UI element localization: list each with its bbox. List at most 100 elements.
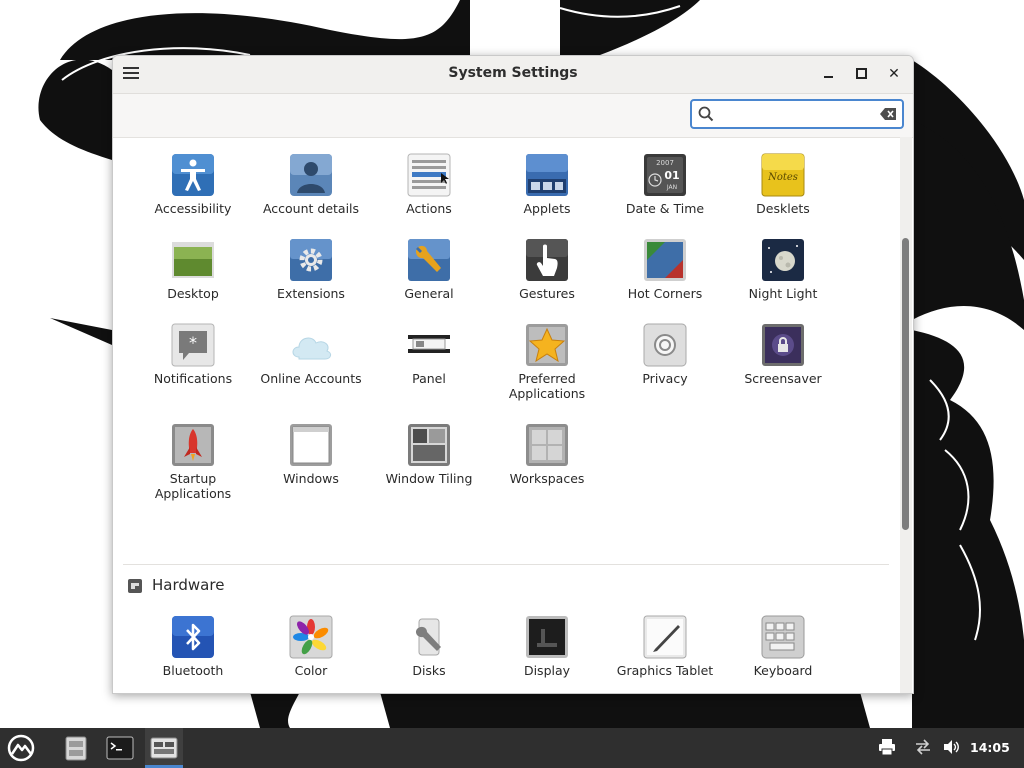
menu-button[interactable] — [2, 728, 40, 768]
section-divider — [123, 564, 889, 565]
item-label: Desklets — [756, 201, 810, 216]
item-online-accounts[interactable]: Online Accounts — [255, 323, 367, 386]
settings-content: Accessibility Account details Actions Ap… — [113, 137, 900, 693]
item-label: Window Tiling — [385, 471, 473, 486]
system-settings-window: System Settings ✕ Accessibility Account … — [112, 55, 914, 694]
vertical-scrollbar[interactable] — [900, 137, 912, 693]
date-time-icon: 2007 01 JAN — [644, 154, 686, 196]
desktop-icon — [172, 242, 214, 278]
item-date-time[interactable]: 2007 01 JAN Date & Time — [609, 153, 721, 216]
disks-icon — [415, 618, 441, 656]
item-label: Hot Corners — [627, 286, 703, 301]
privacy-icon — [643, 323, 687, 367]
search-icon — [698, 106, 714, 122]
scrollbar-thumb[interactable] — [902, 238, 909, 530]
general-icon — [408, 239, 450, 281]
clock[interactable]: 14:05 — [970, 740, 1010, 755]
item-windows[interactable]: Windows — [255, 423, 367, 486]
system-settings-taskbar-button[interactable] — [145, 728, 183, 768]
item-label: Night Light — [748, 286, 818, 301]
svg-text:JAN: JAN — [666, 184, 677, 191]
window-title: System Settings — [448, 65, 578, 81]
file-manager-launcher[interactable] — [57, 728, 95, 768]
item-label: Gestures — [519, 286, 575, 301]
gestures-icon — [526, 239, 568, 281]
item-graphics-tablet[interactable]: Graphics Tablet — [609, 615, 721, 678]
notifications-icon: * — [171, 323, 215, 367]
applets-icon — [526, 154, 568, 196]
item-label: Notifications — [153, 371, 233, 386]
item-preferred-applications[interactable]: Preferred Applications — [491, 323, 603, 401]
item-extensions[interactable]: Extensions — [255, 238, 367, 301]
search-bar — [113, 94, 913, 138]
item-label: Date & Time — [625, 201, 705, 216]
item-label: Applets — [523, 201, 571, 216]
accessibility-icon — [172, 154, 214, 196]
item-display[interactable]: Display — [491, 615, 603, 678]
item-privacy[interactable]: Privacy — [609, 323, 721, 386]
item-desktop[interactable]: Desktop — [137, 238, 249, 301]
svg-text:2007: 2007 — [656, 159, 674, 167]
terminal-launcher[interactable] — [101, 728, 139, 768]
item-keyboard[interactable]: Keyboard — [727, 615, 839, 678]
maximize-button[interactable] — [849, 62, 873, 86]
search-input[interactable] — [720, 104, 874, 126]
item-label: Preferred Applications — [508, 371, 586, 401]
display-icon — [526, 616, 568, 658]
item-panel[interactable]: Panel — [373, 323, 485, 386]
item-label: Accessibility — [154, 201, 232, 216]
item-label: Screensaver — [744, 371, 822, 386]
item-label: General — [404, 286, 454, 301]
extensions-icon — [290, 239, 332, 281]
night-light-icon — [762, 239, 804, 281]
panel-icon — [408, 335, 450, 353]
screensaver-icon — [762, 324, 804, 366]
printer-icon[interactable] — [878, 738, 896, 756]
item-bluetooth[interactable]: Bluetooth — [137, 615, 249, 678]
item-disks[interactable]: Disks — [373, 615, 485, 678]
item-label: Privacy — [642, 371, 688, 386]
item-account-details[interactable]: Account details — [255, 153, 367, 216]
titlebar[interactable]: System Settings ✕ — [113, 56, 913, 94]
item-notifications[interactable]: * Notifications — [137, 323, 249, 386]
item-night-light[interactable]: Night Light — [727, 238, 839, 301]
item-window-tiling[interactable]: Window Tiling — [373, 423, 485, 486]
color-icon — [289, 615, 333, 659]
item-actions[interactable]: Actions — [373, 153, 485, 216]
actions-icon — [407, 153, 451, 197]
item-label: Online Accounts — [260, 371, 362, 386]
item-label: Actions — [406, 201, 452, 216]
startup-applications-icon — [172, 424, 214, 466]
minimize-button[interactable] — [816, 62, 840, 86]
keyboard-icon — [761, 615, 805, 659]
volume-icon[interactable] — [942, 738, 960, 756]
item-gestures[interactable]: Gestures — [491, 238, 603, 301]
svg-text:Notes: Notes — [767, 172, 798, 183]
search-box[interactable] — [690, 99, 904, 129]
bluetooth-icon — [172, 616, 214, 658]
item-applets[interactable]: Applets — [491, 153, 603, 216]
item-accessibility[interactable]: Accessibility — [137, 153, 249, 216]
item-desklets[interactable]: Notes Desklets — [727, 153, 839, 216]
item-general[interactable]: General — [373, 238, 485, 301]
item-screensaver[interactable]: Screensaver — [727, 323, 839, 386]
clear-search-icon[interactable] — [880, 107, 897, 121]
terminal-icon — [106, 736, 134, 760]
svg-text:*: * — [189, 333, 197, 352]
item-label: Workspaces — [509, 471, 585, 486]
close-button[interactable]: ✕ — [882, 62, 906, 86]
item-label: Display — [523, 663, 571, 678]
item-startup-applications[interactable]: Startup Applications — [137, 423, 249, 501]
item-label: Graphics Tablet — [616, 663, 714, 678]
item-workspaces[interactable]: Workspaces — [491, 423, 603, 486]
online-accounts-icon — [292, 337, 332, 360]
item-hot-corners[interactable]: Hot Corners — [609, 238, 721, 301]
item-color[interactable]: Color — [255, 615, 367, 678]
menu-icon — [7, 734, 35, 762]
item-label: Desktop — [167, 286, 219, 301]
minimize-icon — [823, 75, 833, 78]
graphics-tablet-icon — [643, 615, 687, 659]
desklets-icon: Notes — [761, 153, 805, 197]
item-label: Startup Applications — [154, 471, 232, 501]
network-icon[interactable] — [914, 738, 932, 756]
